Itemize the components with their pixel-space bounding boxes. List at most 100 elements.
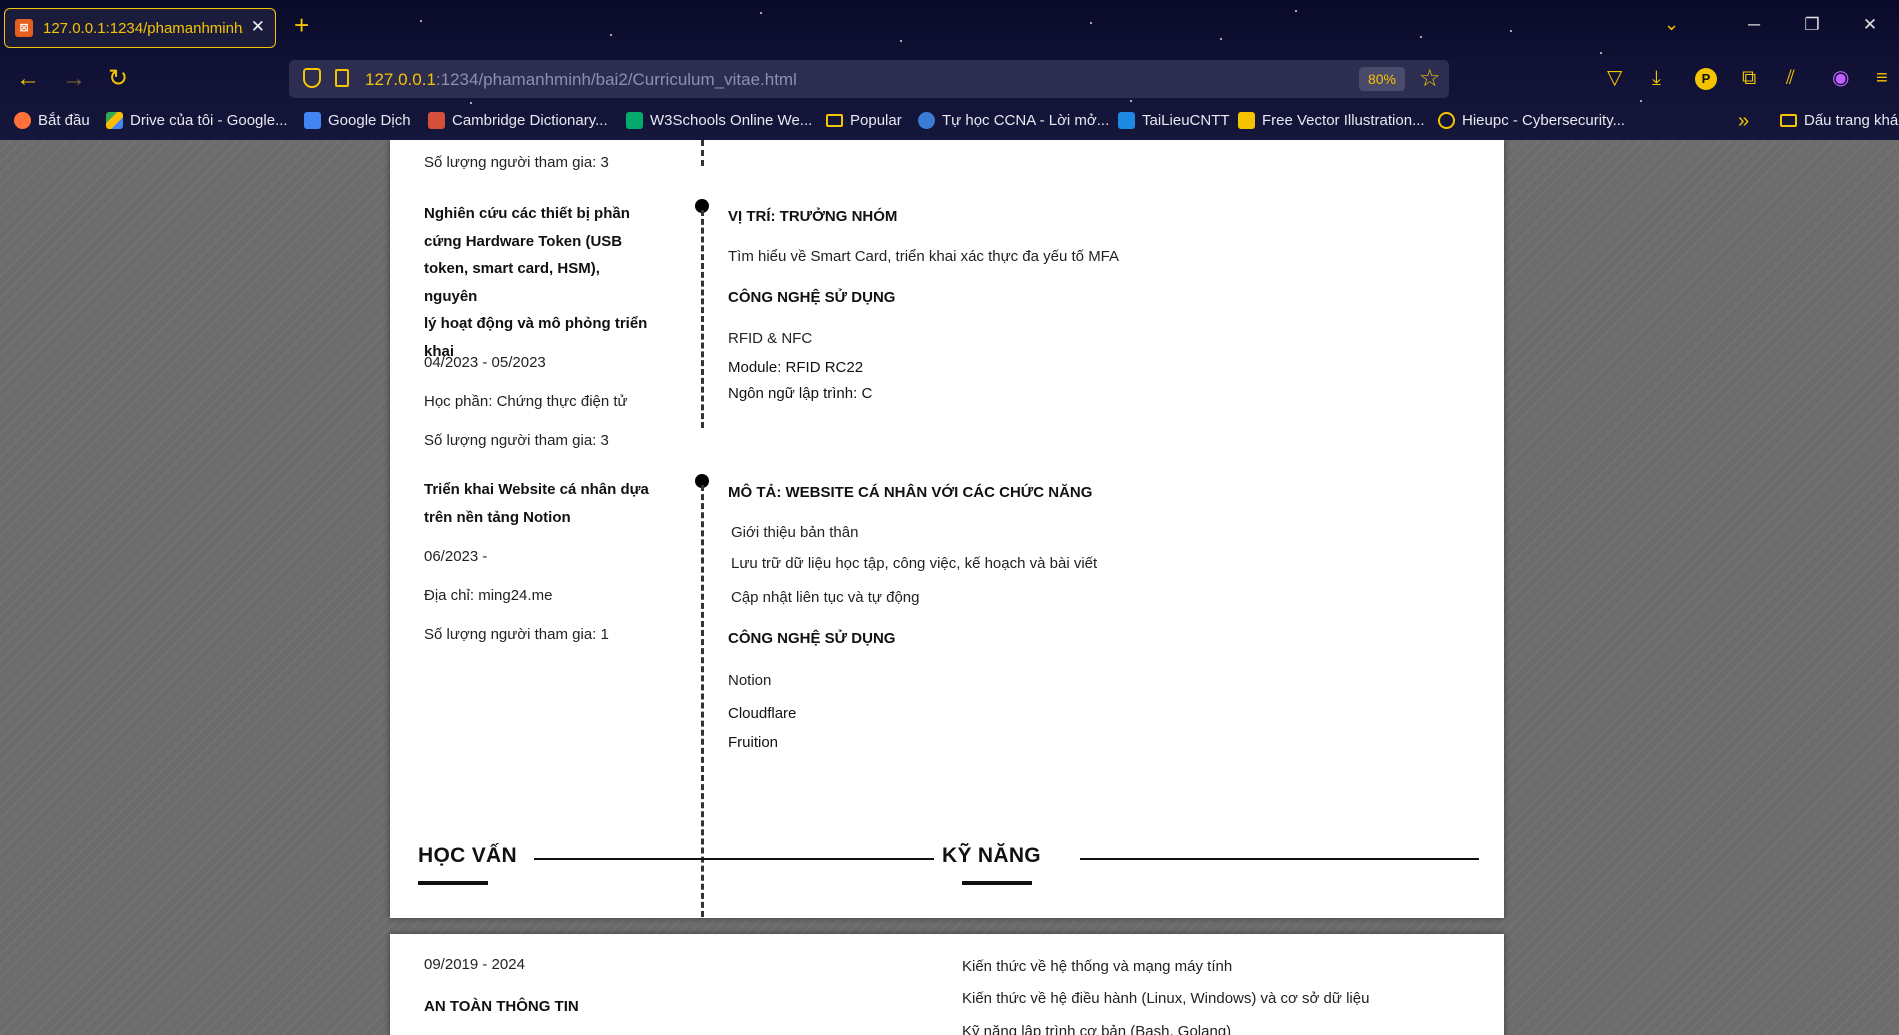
project-period: 04/2023 - 05/2023 bbox=[424, 354, 546, 371]
education-period: 09/2019 - 2024 bbox=[424, 956, 525, 973]
folder-icon bbox=[826, 114, 843, 127]
project-address: Địa chỉ: ming24.me bbox=[424, 587, 553, 604]
browser-chrome: ⊠ 127.0.0.1:1234/phamanhminh/bai2/Curric… bbox=[0, 0, 1899, 140]
bookmark-label: TaiLieuCNTT bbox=[1142, 112, 1230, 129]
cv-page: Số lượng người tham gia: 3 Nghiên cứu cá… bbox=[390, 140, 1504, 918]
restore-icon[interactable]: ❐ bbox=[1783, 15, 1841, 35]
browser-tab-active[interactable]: ⊠ 127.0.0.1:1234/phamanhminh/bai2/Curric… bbox=[4, 8, 276, 48]
project-title: Triển khai Website cá nhân dựa trên nền … bbox=[424, 481, 649, 526]
bookmark-star-icon[interactable]: ☆ bbox=[1419, 64, 1441, 93]
reload-icon[interactable]: ↻ bbox=[108, 66, 128, 92]
url-input[interactable]: 127.0.0.1:1234/phamanhminh/bai2/Curricul… bbox=[365, 70, 797, 90]
bookmark-item[interactable]: Free Vector Illustration... bbox=[1238, 112, 1425, 129]
tech-item: RFID & NFC bbox=[728, 330, 813, 347]
tech-heading: CÔNG NGHỆ SỬ DỤNG bbox=[728, 630, 896, 647]
page-info-icon[interactable] bbox=[335, 69, 349, 87]
project-detail: Giới thiệu bản thân bbox=[731, 524, 859, 541]
skills-heading: KỸ NĂNG bbox=[942, 844, 1041, 867]
project-period: 06/2023 - bbox=[424, 548, 488, 565]
bookmark-item[interactable]: Drive của tôi - Google... bbox=[106, 112, 288, 129]
education-major: AN TOÀN THÔNG TIN bbox=[424, 998, 579, 1015]
project-description: MÔ TẢ: WEBSITE CÁ NHÂN VỚI CÁC CHỨC NĂNG bbox=[728, 484, 1093, 501]
bookmarks-overflow-icon[interactable]: » bbox=[1738, 110, 1749, 133]
project-participants: Số lượng người tham gia: 1 bbox=[424, 626, 609, 643]
url-host: 127.0.0.1 bbox=[365, 70, 436, 89]
bookmark-item[interactable]: Bắt đầu bbox=[14, 112, 90, 129]
project-role: VỊ TRÍ: TRƯỞNG NHÓM bbox=[728, 208, 898, 225]
list-all-tabs-icon[interactable]: ⌄ bbox=[1664, 14, 1679, 35]
url-path: :1234/phamanhminh/bai2/Curriculum_vitae.… bbox=[435, 70, 797, 89]
bookmark-item[interactable]: Hieupc - Cybersecurity... bbox=[1438, 112, 1625, 129]
globe-icon bbox=[1438, 112, 1455, 129]
tab-title: 127.0.0.1:1234/phamanhminh/bai2/Curricul… bbox=[43, 20, 243, 37]
bookmark-item[interactable]: Cambridge Dictionary... bbox=[428, 112, 608, 129]
bookmark-item[interactable]: TaiLieuCNTT bbox=[1118, 112, 1230, 129]
project-participants: Số lượng người tham gia: 3 bbox=[424, 432, 609, 449]
address-bar[interactable]: 127.0.0.1:1234/phamanhminh/bai2/Curricul… bbox=[289, 60, 1449, 98]
project-course: Học phần: Chứng thực điện tử bbox=[424, 393, 628, 410]
bookmark-label: Free Vector Illustration... bbox=[1262, 112, 1425, 129]
close-window-icon[interactable]: ✕ bbox=[1841, 15, 1899, 35]
tech-heading: CÔNG NGHỆ SỬ DỤNG bbox=[728, 289, 896, 306]
education-heading: HỌC VẤN bbox=[418, 844, 517, 867]
tech-item: Fruition bbox=[728, 734, 779, 751]
ccna-icon bbox=[918, 112, 935, 129]
bookmark-folder-other[interactable]: Dấu trang khác bbox=[1780, 112, 1899, 129]
timeline-line bbox=[701, 485, 704, 917]
close-tab-icon[interactable]: ✕ bbox=[251, 17, 265, 37]
download-icon[interactable]: ⤓ bbox=[1652, 66, 1661, 90]
forward-icon[interactable]: → bbox=[62, 66, 86, 92]
bookmark-label: Drive của tôi - Google... bbox=[130, 112, 288, 129]
w3schools-icon bbox=[626, 112, 643, 129]
bookmark-label: Google Dịch bbox=[328, 112, 411, 129]
firefox-icon bbox=[14, 112, 31, 129]
library-icon[interactable]: ⫽ bbox=[1786, 66, 1795, 90]
back-icon[interactable]: ← bbox=[16, 66, 40, 92]
tech-item: Ngôn ngữ lập trình: C bbox=[728, 385, 873, 402]
pocket-icon[interactable]: ▽ bbox=[1607, 66, 1622, 90]
education-underline bbox=[418, 881, 488, 885]
bookmark-label: Dấu trang khác bbox=[1804, 112, 1899, 129]
tech-item: Notion bbox=[728, 672, 772, 689]
xampp-icon: ⊠ bbox=[15, 19, 33, 37]
tailieucntt-icon bbox=[1118, 112, 1135, 129]
window-controls: ─ ❐ ✕ bbox=[1725, 0, 1899, 50]
project-detail: Cập nhật liên tục và tự động bbox=[731, 589, 920, 606]
bookmark-label: W3Schools Online We... bbox=[650, 112, 813, 129]
cv-page: 09/2019 - 2024 AN TOÀN THÔNG TIN Kiến th… bbox=[390, 934, 1504, 1035]
tech-item: Module: RFID RC22 bbox=[728, 359, 864, 376]
tech-item: Cloudflare bbox=[728, 705, 797, 722]
bookmark-label: Bắt đầu bbox=[38, 112, 90, 129]
vector-icon bbox=[1238, 112, 1255, 129]
minimize-icon[interactable]: ─ bbox=[1725, 15, 1783, 35]
folder-icon bbox=[1780, 114, 1797, 127]
tracking-protection-shield-icon[interactable] bbox=[303, 68, 321, 88]
google-translate-icon bbox=[304, 112, 321, 129]
bookmark-item[interactable]: W3Schools Online We... bbox=[626, 112, 812, 129]
skills-divider bbox=[1080, 858, 1479, 860]
bookmark-label: Cambridge Dictionary... bbox=[452, 112, 608, 129]
project-detail: Lưu trữ dữ liệu học tập, công việc, kế h… bbox=[731, 555, 1098, 572]
zoom-level-badge[interactable]: 80% bbox=[1359, 67, 1405, 91]
bookmark-item[interactable]: Tự học CCNA - Lời mở... bbox=[918, 112, 1109, 129]
skills-underline bbox=[962, 881, 1032, 885]
skill-item: Kiến thức về hệ thống và mạng máy tính bbox=[962, 958, 1233, 975]
bookmark-label: Tự học CCNA - Lời mở... bbox=[942, 112, 1110, 129]
timeline-line bbox=[701, 140, 704, 166]
bookmark-folder-popular[interactable]: Popular bbox=[826, 112, 902, 129]
profile-avatar-icon[interactable]: P bbox=[1695, 68, 1717, 90]
education-divider bbox=[534, 858, 934, 860]
project-detail: Tìm hiểu về Smart Card, triển khai xác t… bbox=[728, 248, 1120, 265]
bookmark-label: Hieupc - Cybersecurity... bbox=[1462, 112, 1626, 129]
extensions-icon[interactable]: ⧉ bbox=[1742, 66, 1756, 90]
google-drive-icon bbox=[106, 112, 123, 129]
new-tab-icon[interactable]: + bbox=[294, 12, 309, 38]
bookmark-item[interactable]: Google Dịch bbox=[304, 112, 411, 129]
skill-item: Kiến thức về hệ điều hành (Linux, Window… bbox=[962, 990, 1370, 1007]
page-viewport[interactable]: Số lượng người tham gia: 3 Nghiên cứu cá… bbox=[0, 140, 1899, 1035]
broadcast-icon[interactable]: ◉ bbox=[1832, 66, 1849, 90]
menu-hamburger-icon[interactable]: ≡ bbox=[1876, 66, 1888, 90]
skill-item: Kỹ năng lập trình cơ bản (Bash, Golang) bbox=[962, 1023, 1232, 1035]
timeline-line bbox=[701, 210, 704, 428]
bookmarks-toolbar: Bắt đầu Drive của tôi - Google... Google… bbox=[0, 108, 1899, 138]
